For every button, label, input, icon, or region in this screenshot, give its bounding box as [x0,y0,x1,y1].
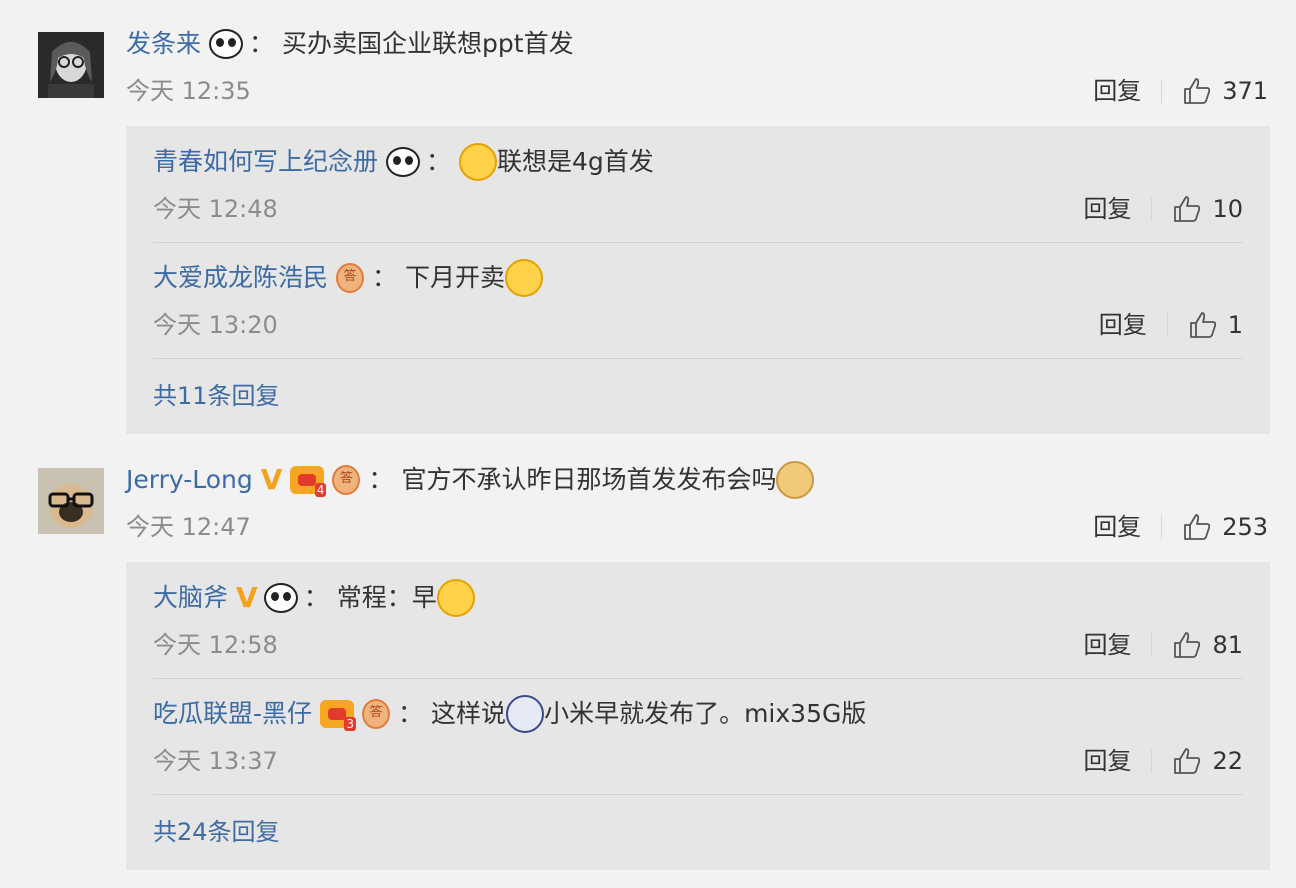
more-replies-link[interactable]: 共24条回复 [153,817,280,847]
colon: ： [303,583,329,612]
panda-badge-icon [386,147,421,177]
username-link[interactable]: 大爱成龙陈浩民 [153,260,328,296]
reply-divider [153,794,1243,795]
like-count: 81 [1212,631,1243,659]
colon: ： [249,29,275,58]
username-link[interactable]: 大脑斧 [153,580,228,616]
comment-time: 今天 12:35 [126,77,251,105]
like-count: 1 [1227,311,1243,339]
thumbs-up-icon[interactable] [1188,310,1218,340]
reply-button[interactable]: 回复 [1093,75,1141,107]
comment-actions: 回复 253 [1093,511,1268,543]
username-link[interactable]: 青春如何写上纪念册 [153,144,378,180]
reply-text: 常程：早 [336,583,437,612]
username-link[interactable]: 发条来 [126,26,201,62]
action-divider [1161,515,1163,539]
reply-divider [153,242,1243,243]
reply-actions: 回复 10 [1083,193,1243,225]
username-link[interactable]: 吃瓜联盟-黑仔 [153,696,312,732]
thumbs-up-icon[interactable] [1172,630,1202,660]
colon: ： [426,147,452,176]
thumbs-up-icon[interactable] [1182,76,1212,106]
like-count: 371 [1222,77,1268,105]
reply-panel: 大脑斧 V ： 常程：早 今天 12:58 回复 81 吃瓜联盟-黑仔 3 答 … [126,562,1270,870]
reply-text: 下月开卖 [405,263,506,292]
comment-text: 买办卖国企业联想ppt首发 [282,29,574,58]
thumbs-up-icon[interactable] [1182,512,1212,542]
doge-emoji-icon [776,461,815,499]
vip-crown-icon: 4 [290,466,327,497]
reply-line: 吃瓜联盟-黑仔 3 ： 这样说 小米早就发布了。mix35G版 [153,695,867,733]
colon: ： [372,263,398,292]
reply-time: 今天 13:20 [153,311,278,339]
laugh-emoji-icon [436,579,475,617]
reply-line: 大脑斧 V ： 常程：早 [153,579,475,617]
thumbs-up-icon[interactable] [1172,194,1202,224]
reply-panel: 青春如何写上纪念册 ： 联想是4g首发 今天 12:48 回复 10 大爱成龙陈… [126,126,1270,434]
thumbs-up-icon[interactable] [1172,746,1202,776]
reply-line: 青春如何写上纪念册 ： 联想是4g首发 [153,143,654,181]
like-count: 10 [1212,195,1243,223]
answer-medal-icon [336,263,365,293]
avatar[interactable] [38,468,104,534]
like-count: 253 [1222,513,1268,541]
reply-button[interactable]: 回复 [1083,629,1131,661]
comment-line: 发条来 ： 买办卖国企业联想ppt首发 [126,26,574,62]
vip-crown-icon: 3 [320,700,357,731]
verified-v-icon: V [260,463,283,496]
reply-text: 联想是4g首发 [497,147,654,176]
verified-v-icon: V [236,581,258,614]
vip-level: 3 [344,717,357,731]
answer-medal-icon [362,699,391,729]
more-replies-link[interactable]: 共11条回复 [153,381,280,411]
username-link[interactable]: Jerry-Long [126,462,253,498]
reply-button[interactable]: 回复 [1099,309,1147,341]
action-divider [1161,79,1163,103]
action-divider [1151,197,1153,221]
reply-actions: 回复 1 [1099,309,1243,341]
panda-badge-icon [209,29,244,59]
reply-text: 这样说 [431,699,507,728]
answer-medal-icon [332,465,361,495]
comment-actions: 回复 371 [1093,75,1268,107]
reply-actions: 回复 22 [1083,745,1243,777]
action-divider [1166,313,1168,337]
crazy-emoji-icon [506,695,545,733]
reply-time: 今天 12:58 [153,631,278,659]
comment-text: 官方不承认昨日那场首发发布会吗 [401,465,777,494]
reply-divider [153,358,1243,359]
colon: ： [398,699,424,728]
reply-button[interactable]: 回复 [1093,511,1141,543]
reply-button[interactable]: 回复 [1083,193,1131,225]
reply-actions: 回复 81 [1083,629,1243,661]
like-count: 22 [1212,747,1243,775]
colon: ： [368,465,394,494]
sweat-emoji-icon [505,259,544,297]
reply-button[interactable]: 回复 [1083,745,1131,777]
vip-level: 4 [314,483,327,497]
comment-line: Jerry-Long V 4 ： 官方不承认昨日那场首发发布会吗 [126,461,815,499]
action-divider [1151,749,1153,773]
comment-time: 今天 12:47 [126,513,251,541]
reply-line: 大爱成龙陈浩民 ： 下月开卖 [153,259,544,297]
avatar[interactable] [38,32,104,98]
reply-text: 小米早就发布了。mix35G版 [544,699,867,728]
panda-badge-icon [263,583,298,613]
action-divider [1151,633,1153,657]
reply-divider [153,678,1243,679]
yawn-emoji-icon [459,143,498,181]
reply-time: 今天 12:48 [153,195,278,223]
reply-time: 今天 13:37 [153,747,278,775]
